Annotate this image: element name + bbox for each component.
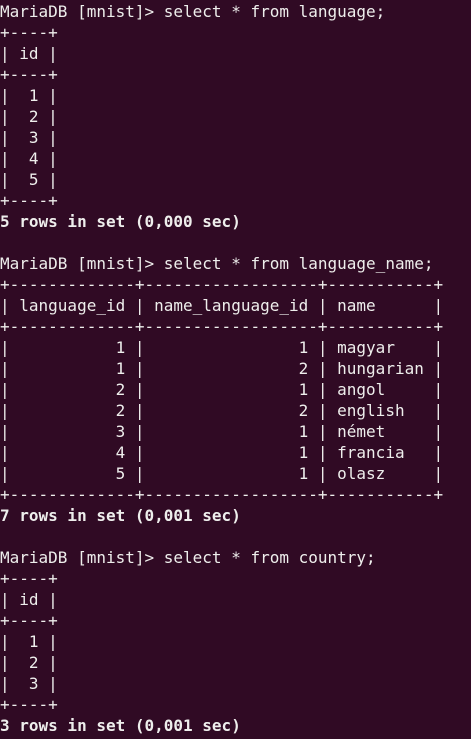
table-border-line: +----+ (0, 611, 58, 630)
table-row-line: | 1 | (0, 86, 58, 105)
table-row-line: | 5 | (0, 170, 58, 189)
table-row-line: | 5 | 1 | olasz | (0, 464, 444, 483)
table-border-line: +----+ (0, 191, 58, 210)
table-border-line: +----+ (0, 23, 58, 42)
table-row-line: | 3 | (0, 674, 58, 693)
table-row-line: | 3 | 1 | német | (0, 422, 444, 441)
table-border-line: +----+ (0, 695, 58, 714)
terminal-output[interactable]: MariaDB [mnist]> select * from language;… (0, 1, 471, 736)
table-row-line: | 2 | (0, 107, 58, 126)
sql-prompt-line: MariaDB [mnist]> select * from country; (0, 548, 376, 567)
table-border-line: +----+ (0, 569, 58, 588)
table-row-line: | 2 | 1 | angol | (0, 380, 444, 399)
table-header-line: | id | (0, 44, 58, 63)
table-border-line: +----+ (0, 65, 58, 84)
result-summary-line: 7 rows in set (0,001 sec) (0, 506, 241, 525)
table-row-line: | 3 | (0, 128, 58, 147)
table-row-line: | 4 | (0, 149, 58, 168)
table-row-line: | 1 | (0, 632, 58, 651)
table-header-line: | language_id | name_language_id | name … (0, 296, 444, 315)
table-row-line: | 2 | (0, 653, 58, 672)
table-row-line: | 1 | 1 | magyar | (0, 338, 444, 357)
table-row-line: | 1 | 2 | hungarian | (0, 359, 444, 378)
table-header-line: | id | (0, 590, 58, 609)
sql-prompt-line: MariaDB [mnist]> select * from language; (0, 2, 386, 21)
table-border-line: +-------------+------------------+------… (0, 275, 444, 294)
result-summary-line: 5 rows in set (0,000 sec) (0, 212, 241, 231)
result-summary-line: 3 rows in set (0,001 sec) (0, 716, 241, 735)
table-border-line: +-------------+------------------+------… (0, 485, 444, 504)
table-row-line: | 2 | 2 | english | (0, 401, 444, 420)
sql-prompt-line: MariaDB [mnist]> select * from language_… (0, 254, 434, 273)
table-border-line: +-------------+------------------+------… (0, 317, 444, 336)
table-row-line: | 4 | 1 | francia | (0, 443, 444, 462)
